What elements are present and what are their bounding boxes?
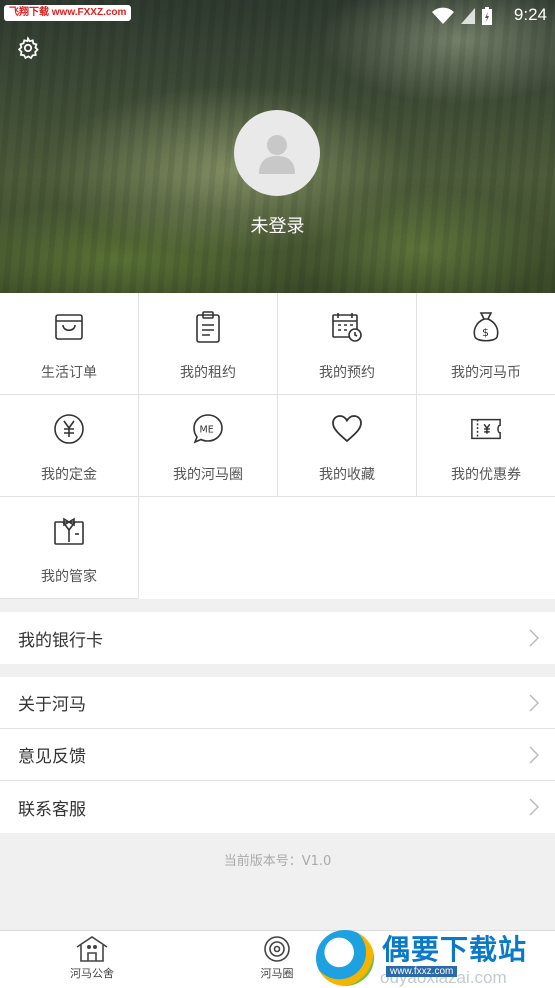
shopping-bag-icon bbox=[53, 311, 85, 343]
money-bag-icon: $ bbox=[470, 311, 502, 343]
butler-icon bbox=[53, 515, 85, 547]
menu-item-my-hema-coins[interactable]: $ 我的河马币 bbox=[417, 293, 555, 395]
signal-icon bbox=[461, 8, 475, 24]
menu-item-my-butler[interactable]: 我的管家 bbox=[0, 497, 139, 599]
menu-item-label: 我的租约 bbox=[180, 365, 236, 381]
user-silhouette-icon bbox=[259, 135, 295, 174]
menu-item-my-deposit[interactable]: 我的定金 bbox=[0, 395, 139, 497]
list-item-label: 联系客服 bbox=[18, 799, 86, 820]
list-group-info: 关于河马 意见反馈 联系客服 bbox=[0, 677, 555, 833]
wifi-icon bbox=[432, 7, 454, 24]
menu-item-label: 我的预约 bbox=[319, 365, 375, 381]
svg-text:ME: ME bbox=[200, 425, 214, 436]
svg-text:$: $ bbox=[482, 326, 489, 339]
menu-item-my-favorites[interactable]: 我的收藏 bbox=[278, 395, 417, 497]
list-item-label: 意见反馈 bbox=[18, 747, 86, 767]
menu-item-label: 生活订单 bbox=[41, 365, 97, 381]
list-item-label: 我的银行卡 bbox=[18, 630, 103, 651]
clipboard-icon bbox=[192, 311, 224, 343]
menu-item-my-appointment[interactable]: 我的预约 bbox=[278, 293, 417, 395]
list-item-label: 关于河马 bbox=[18, 695, 86, 715]
list-group-bank: 我的银行卡 bbox=[0, 612, 555, 664]
menu-item-my-hema-circle[interactable]: ME 我的河马圈 bbox=[139, 395, 278, 497]
menu-item-label: 我的管家 bbox=[41, 569, 97, 585]
house-icon bbox=[76, 936, 108, 962]
tab-label: 河马公舍 bbox=[70, 967, 114, 980]
coupon-icon bbox=[470, 413, 502, 445]
menu-item-label: 我的优惠券 bbox=[451, 467, 521, 483]
status-icons bbox=[431, 6, 493, 26]
watermark-title: 偶要下载站 bbox=[382, 933, 528, 966]
menu-item-label: 我的收藏 bbox=[319, 467, 375, 483]
menu-item-label: 我的河马圈 bbox=[173, 467, 243, 483]
menu-item-my-coupons[interactable]: 我的优惠券 bbox=[417, 395, 555, 497]
settings-gear-icon[interactable] bbox=[16, 36, 40, 64]
list-item-feedback[interactable]: 意见反馈 bbox=[0, 729, 555, 781]
watermark-logo bbox=[316, 930, 374, 986]
list-item-about[interactable]: 关于河马 bbox=[0, 677, 555, 729]
calendar-clock-icon bbox=[331, 311, 363, 343]
battery-icon bbox=[482, 7, 492, 25]
login-status-text[interactable]: 未登录 bbox=[0, 212, 555, 238]
menu-item-label: 我的河马币 bbox=[451, 365, 521, 381]
list-item-contact-service[interactable]: 联系客服 bbox=[0, 781, 555, 833]
chevron-right-icon bbox=[529, 629, 539, 647]
watermark-url: www.fxxz.com bbox=[386, 966, 458, 977]
heart-icon bbox=[331, 413, 363, 445]
status-time: 9:24 bbox=[513, 5, 547, 24]
target-circle-icon bbox=[264, 936, 290, 962]
grid-empty-space bbox=[139, 497, 555, 599]
tab-label: 河马圈 bbox=[260, 967, 294, 980]
status-bar: 飞翔下载 www.FXXZ.com 9:24 bbox=[0, 0, 555, 30]
menu-item-my-lease[interactable]: 我的租约 bbox=[139, 293, 278, 395]
tab-hema-circle[interactable]: 河马圈 bbox=[232, 935, 322, 981]
list-item-bank-card[interactable]: 我的银行卡 bbox=[0, 612, 555, 664]
avatar[interactable] bbox=[234, 110, 320, 196]
me-chat-icon: ME bbox=[192, 413, 224, 445]
chevron-right-icon bbox=[529, 798, 539, 816]
site-watermark: 偶要下载站 ouyaoxiazai.com www.fxxz.com bbox=[316, 928, 555, 988]
menu-item-life-orders[interactable]: 生活订单 bbox=[0, 293, 139, 395]
tab-hema-apartment[interactable]: 河马公舍 bbox=[47, 935, 137, 981]
yen-circle-icon bbox=[53, 413, 85, 445]
menu-grid: 生活订单 我的租约 我的预约 $ 我的河马币 我的定金 ME 我的河马圈 我的收… bbox=[0, 293, 555, 599]
watermark-label: 飞翔下载 www.FXXZ.com bbox=[4, 5, 132, 21]
chevron-right-icon bbox=[529, 693, 539, 712]
version-text: 当前版本号：V1.0 bbox=[223, 854, 332, 869]
chevron-right-icon bbox=[529, 745, 539, 764]
menu-item-label: 我的定金 bbox=[41, 467, 97, 483]
